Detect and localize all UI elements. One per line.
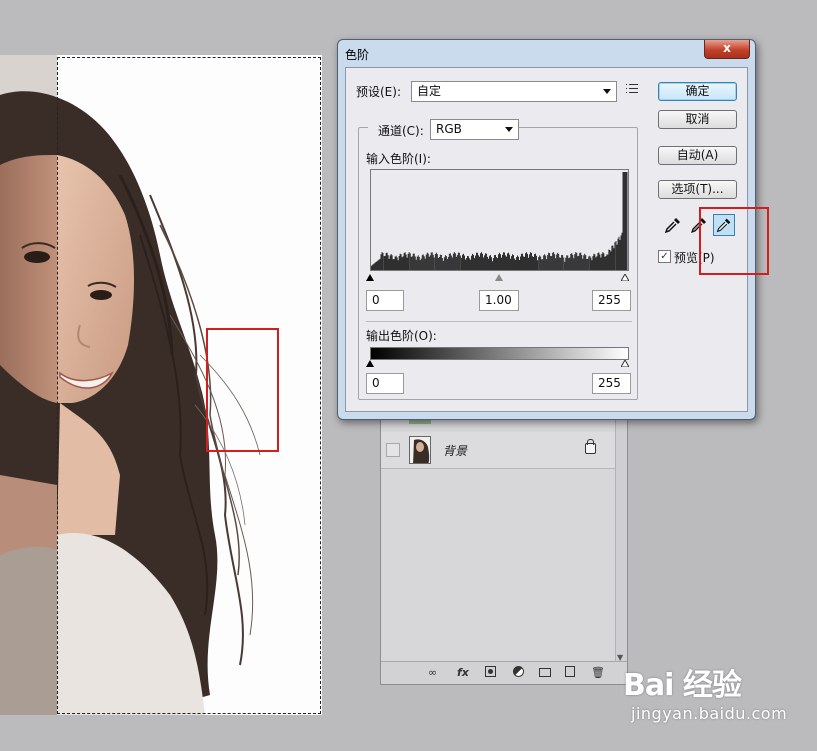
close-button[interactable]: x (704, 40, 750, 59)
new-layer-icon[interactable] (565, 666, 575, 677)
selection-marquee (57, 57, 321, 714)
output-black-handle[interactable] (366, 360, 374, 367)
output-black-field[interactable]: 0 (366, 373, 404, 394)
layers-footer: ∞ fx 🗑 (381, 661, 627, 684)
preset-menu-icon[interactable] (626, 84, 638, 94)
chevron-down-icon (505, 127, 513, 132)
preset-dropdown[interactable]: 自定 (411, 81, 617, 102)
watermark-logo: Bai 经验 (623, 668, 742, 703)
black-point-eyedropper-icon[interactable] (662, 214, 684, 236)
mask-icon[interactable] (485, 666, 496, 677)
highlight-box-eyedropper (699, 207, 769, 275)
options-button[interactable]: 选项(T)... (658, 180, 737, 199)
output-gradient (370, 347, 629, 360)
layers-scrollbar[interactable]: ▼ (615, 406, 627, 664)
cancel-button[interactable]: 取消 (658, 110, 737, 129)
separator (366, 321, 632, 322)
preset-value: 自定 (417, 84, 442, 98)
midtone-handle[interactable] (495, 274, 503, 281)
auto-button[interactable]: 自动(A) (658, 146, 737, 165)
adjustment-icon[interactable] (513, 666, 524, 677)
dialog-title: 色阶 (345, 48, 370, 62)
dialog-body: 预设(E): 自定 通道(C): RGB 输入色阶(I): 0 1.00 255… (345, 67, 748, 412)
chevron-down-icon (603, 89, 611, 94)
fx-icon[interactable]: fx (457, 666, 469, 680)
preview-checkbox[interactable]: ✓ (658, 250, 671, 263)
folder-icon[interactable] (539, 668, 551, 677)
output-white-handle[interactable] (621, 360, 629, 367)
black-point-handle[interactable] (366, 274, 374, 281)
input-mid-field[interactable]: 1.00 (479, 290, 519, 311)
layer-name: 背景 (443, 444, 468, 458)
white-point-handle[interactable] (621, 274, 629, 281)
ok-button[interactable]: 确定 (658, 82, 737, 101)
trash-icon[interactable]: 🗑 (591, 666, 605, 680)
input-white-field[interactable]: 255 (592, 290, 631, 311)
layers-panel[interactable]: 背景 ▼ ∞ fx 🗑 (380, 405, 628, 685)
visibility-toggle[interactable] (386, 443, 400, 457)
highlight-box-photo (206, 328, 279, 452)
layer-row-background[interactable]: 背景 (381, 432, 617, 469)
link-icon[interactable]: ∞ (428, 666, 437, 680)
levels-dialog: 色阶 x 预设(E): 自定 通道(C): RGB 输入色阶(I): 0 1.0… (337, 39, 756, 420)
output-slider[interactable] (366, 360, 629, 368)
watermark-url: jingyan.baidu.com (631, 704, 788, 723)
output-levels-label: 输出色阶(O): (366, 329, 437, 343)
input-slider[interactable] (366, 274, 629, 282)
baidu-watermark: Bai 经验 jingyan.baidu.com (623, 660, 787, 723)
lock-icon (585, 439, 596, 454)
histogram-graph (370, 172, 628, 270)
channel-value: RGB (436, 122, 462, 136)
channel-label: 通道(C): (368, 122, 434, 139)
input-black-field[interactable]: 0 (366, 290, 404, 311)
preset-label: 预设(E): (356, 85, 401, 99)
layer-thumbnail (409, 436, 431, 464)
output-white-field[interactable]: 255 (592, 373, 631, 394)
channel-dropdown[interactable]: RGB (430, 119, 519, 140)
histogram (370, 169, 629, 271)
input-levels-label: 输入色阶(I): (366, 152, 431, 166)
